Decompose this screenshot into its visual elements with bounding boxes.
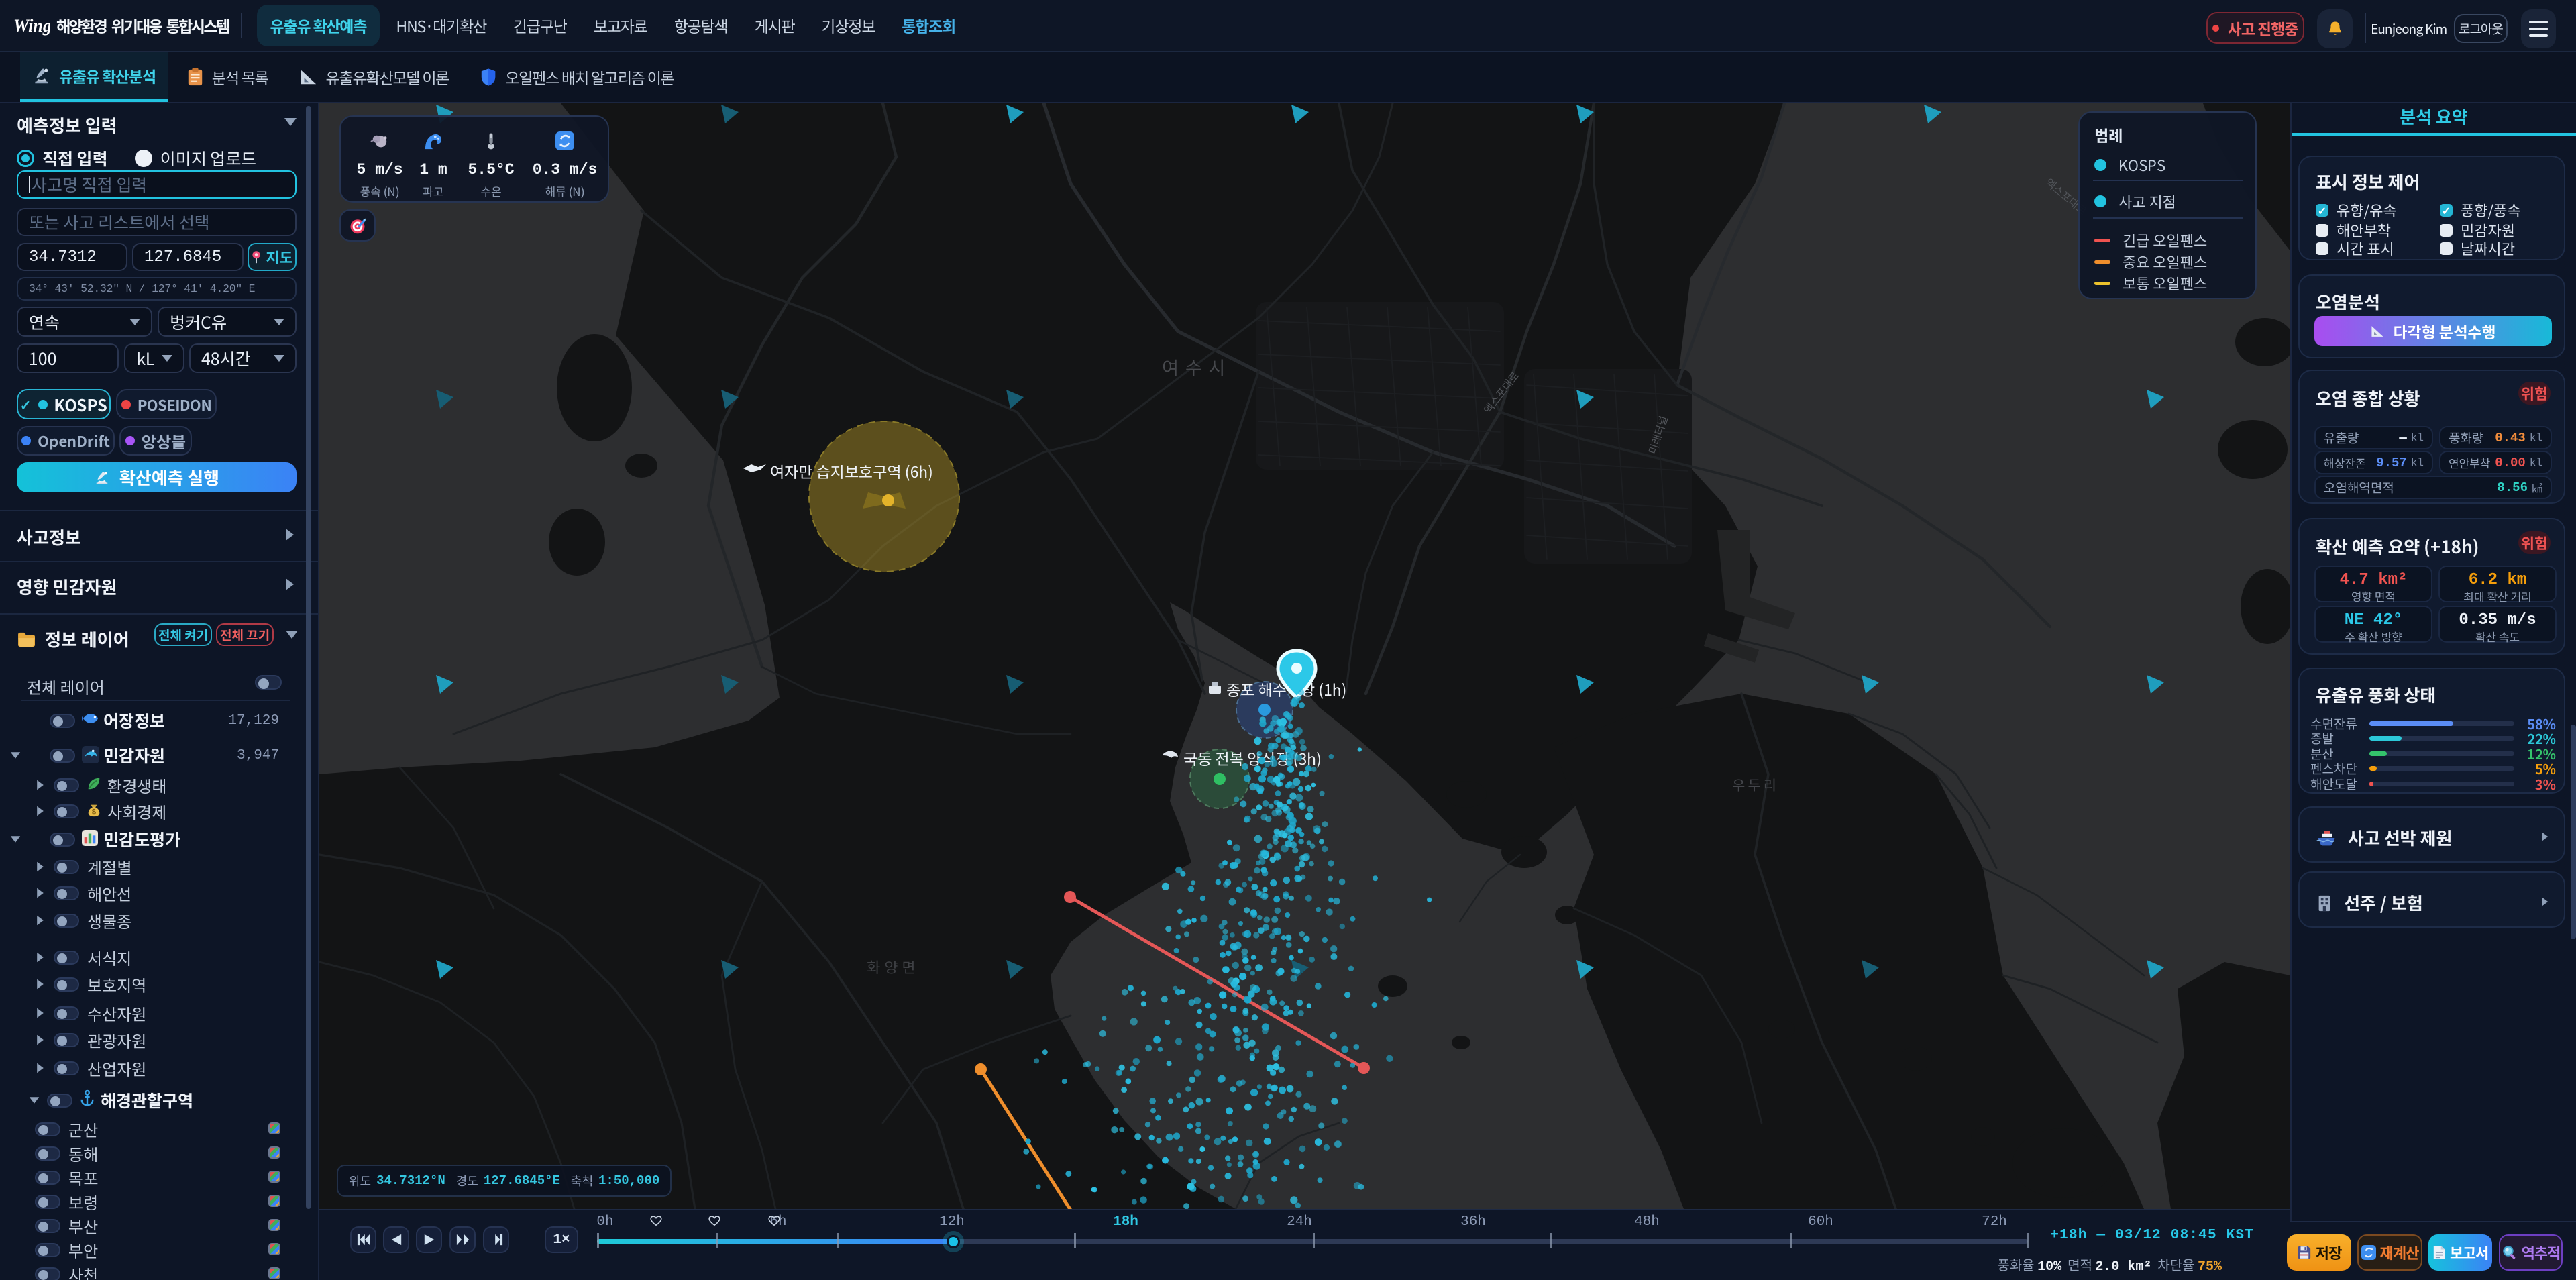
svg-text:우두리: 우두리 [1732,775,1779,795]
svg-text:$: $ [92,806,96,816]
svg-text:Wing: Wing [13,16,50,36]
svg-text:화양면: 화양면 [867,956,920,977]
svg-text:여수시: 여수시 [1162,354,1232,380]
svg-text:여자만 습지보호구역 (6h): 여자만 습지보호구역 (6h) [770,460,933,482]
